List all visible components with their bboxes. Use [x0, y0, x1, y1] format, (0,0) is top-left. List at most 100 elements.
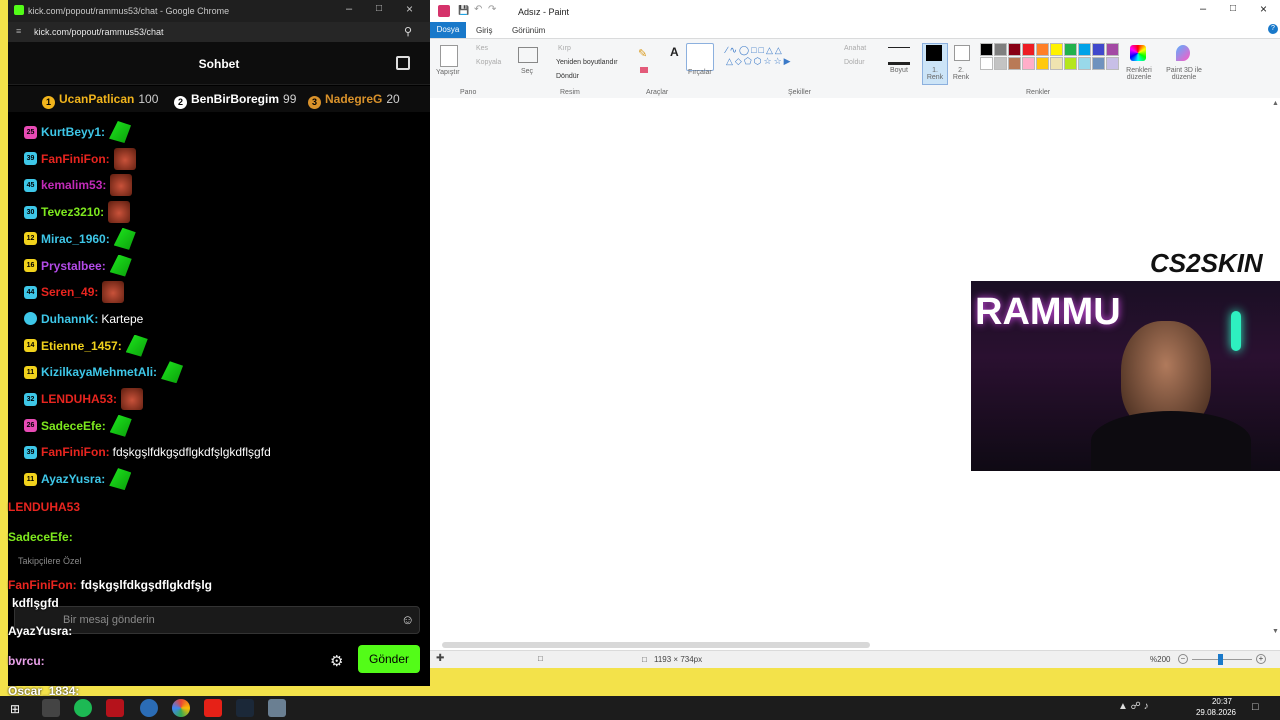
select-icon[interactable]	[518, 47, 538, 63]
save-icon[interactable]: 💾	[458, 5, 469, 16]
close-icon[interactable]: ×	[406, 2, 413, 16]
palette-swatch[interactable]	[1106, 57, 1119, 70]
chat-username[interactable]: LENDUHA53:	[41, 392, 117, 406]
palette-swatch[interactable]	[1036, 43, 1049, 56]
start-icon[interactable]: ⊞	[10, 702, 20, 716]
chat-message[interactable]: 11 KizilkayaMehmetAli:	[24, 360, 184, 384]
text-icon[interactable]: A	[670, 45, 679, 59]
palette-swatch[interactable]	[1022, 57, 1035, 70]
help-icon[interactable]: ?	[1268, 24, 1278, 34]
chat-message[interactable]: 26 SadeceEfe:	[24, 414, 132, 438]
shapes-gallery[interactable]: ∕∿◯□□△△ △◇⬠⬡☆☆▶	[726, 45, 826, 79]
palette-swatch[interactable]	[1078, 43, 1091, 56]
chat-username[interactable]: Etienne_1457:	[41, 339, 122, 353]
color2-swatch[interactable]	[954, 45, 970, 61]
color2-label[interactable]: 2. Renk	[950, 67, 972, 81]
address-bar[interactable]: ≡ kick.com/popout/rammus53/chat ⚲	[8, 22, 430, 42]
palette-swatch[interactable]	[1008, 57, 1021, 70]
chat-message[interactable]: 32 LENDUHA53:	[24, 387, 144, 411]
settings-gear-icon[interactable]: ⚙	[330, 652, 343, 670]
palette-swatch[interactable]	[980, 57, 993, 70]
chat-username[interactable]: KizilkayaMehmetAli:	[41, 365, 157, 379]
spotify-icon[interactable]	[74, 699, 92, 717]
size-label[interactable]: Boyut	[890, 67, 908, 74]
size-icon[interactable]	[888, 47, 910, 65]
eraser-icon[interactable]	[640, 67, 648, 73]
url-text[interactable]: kick.com/popout/rammus53/chat	[34, 27, 164, 37]
crop-label[interactable]: Kırp	[558, 45, 571, 52]
chat-username[interactable]: DuhannK:	[41, 312, 98, 326]
chat-message[interactable]: 11 AyazYusra:	[24, 467, 132, 491]
palette-swatch[interactable]	[1022, 43, 1035, 56]
cut-label[interactable]: Kes	[476, 45, 488, 52]
palette-swatch[interactable]	[1050, 43, 1063, 56]
voicemeeter-icon[interactable]	[106, 699, 124, 717]
outline-label[interactable]: Anahat	[844, 45, 866, 52]
tab-giris[interactable]: Giriş	[476, 26, 492, 35]
notification-icon[interactable]: □	[1252, 701, 1259, 713]
site-info-icon[interactable]: ≡	[16, 26, 21, 36]
paint-close-icon[interactable]: ×	[1260, 2, 1267, 16]
edit-colors-label[interactable]: Renkleri düzenle	[1124, 67, 1154, 81]
select-label[interactable]: Seç	[521, 68, 533, 75]
palette-swatch[interactable]	[1106, 43, 1119, 56]
palette-swatch[interactable]	[1036, 57, 1049, 70]
chat-username[interactable]: kemalim53:	[41, 178, 106, 192]
paint-taskbar-icon[interactable]	[268, 699, 286, 717]
chat-message[interactable]: 14 Etienne_1457:	[24, 334, 148, 358]
chat-username[interactable]: SadeceEfe:	[41, 419, 106, 433]
youtube-icon[interactable]	[204, 699, 222, 717]
tab-dosya[interactable]: Dosya	[430, 22, 466, 38]
chat-message[interactable]: 30 Tevez3210:	[24, 200, 131, 224]
tray-icons[interactable]: ▲ ☍ ♪	[1118, 701, 1149, 712]
paint-maximize-icon[interactable]: □	[1230, 3, 1236, 14]
scroll-up-icon[interactable]: ▲	[1272, 100, 1279, 107]
maximize-icon[interactable]: □	[376, 3, 382, 14]
chat-username[interactable]: FanFiniFon:	[41, 445, 110, 459]
minimize-icon[interactable]: –	[346, 3, 352, 15]
chat-username[interactable]: Mirac_1960:	[41, 232, 110, 246]
color-palette[interactable]	[980, 43, 1130, 83]
chat-username[interactable]: Tevez3210:	[41, 205, 104, 219]
steam-icon[interactable]	[236, 699, 254, 717]
palette-swatch[interactable]	[1092, 43, 1105, 56]
chat-message[interactable]: 39 FanFiniFon: fdşkgşlfdkgşdflgkdfşlgkdflş…	[24, 440, 271, 464]
obs-icon[interactable]	[42, 699, 60, 717]
palette-swatch[interactable]	[1064, 43, 1077, 56]
paint3d-label[interactable]: Paint 3D ile düzenle	[1162, 67, 1206, 81]
leader-1[interactable]: 1 UcanPatlican 100	[42, 92, 158, 109]
app-icon[interactable]	[140, 699, 158, 717]
chat-message[interactable]: 12 Mirac_1960:	[24, 227, 136, 251]
palette-swatch[interactable]	[994, 43, 1007, 56]
clock-date[interactable]: 29.08.2026	[1194, 708, 1236, 717]
chat-username[interactable]: AyazYusra:	[41, 472, 105, 486]
edit-colors-icon[interactable]	[1130, 45, 1146, 61]
chat-message[interactable]: 25 KurtBeyy1:	[24, 120, 132, 144]
palette-swatch[interactable]	[1078, 57, 1091, 70]
chat-username[interactable]: FanFiniFon:	[41, 152, 110, 166]
copy-label[interactable]: Kopyala	[476, 59, 501, 66]
zoom-in-icon[interactable]: +	[1256, 654, 1266, 664]
palette-swatch[interactable]	[994, 57, 1007, 70]
chrome-icon[interactable]	[172, 699, 190, 717]
chat-message[interactable]: 39 FanFiniFon:	[24, 147, 136, 171]
tab-gorunum[interactable]: Görünüm	[512, 26, 545, 35]
palette-swatch[interactable]	[980, 43, 993, 56]
palette-swatch[interactable]	[1050, 57, 1063, 70]
palette-swatch[interactable]	[1092, 57, 1105, 70]
zoom-icon[interactable]: ⚲	[404, 25, 412, 38]
zoom-out-icon[interactable]: –	[1178, 654, 1188, 664]
paste-icon[interactable]	[440, 45, 458, 67]
chat-username[interactable]: Seren_49:	[41, 285, 98, 299]
redo-icon[interactable]: ↷	[488, 4, 496, 15]
brushes-icon[interactable]	[686, 43, 714, 71]
scroll-down-icon[interactable]: ▼	[1272, 628, 1279, 635]
fill-label[interactable]: Doldur	[844, 59, 865, 66]
chat-message[interactable]: DuhannK: Kartepe	[24, 307, 143, 331]
send-button[interactable]: Gönder	[358, 645, 420, 673]
chat-message[interactable]: 44 Seren_49:	[24, 280, 125, 304]
resize-label[interactable]: Yeniden boyutlandır	[556, 59, 618, 66]
palette-swatch[interactable]	[1064, 57, 1077, 70]
clock-time[interactable]: 20:37	[1202, 697, 1232, 706]
zoom-slider-thumb[interactable]	[1218, 654, 1223, 665]
